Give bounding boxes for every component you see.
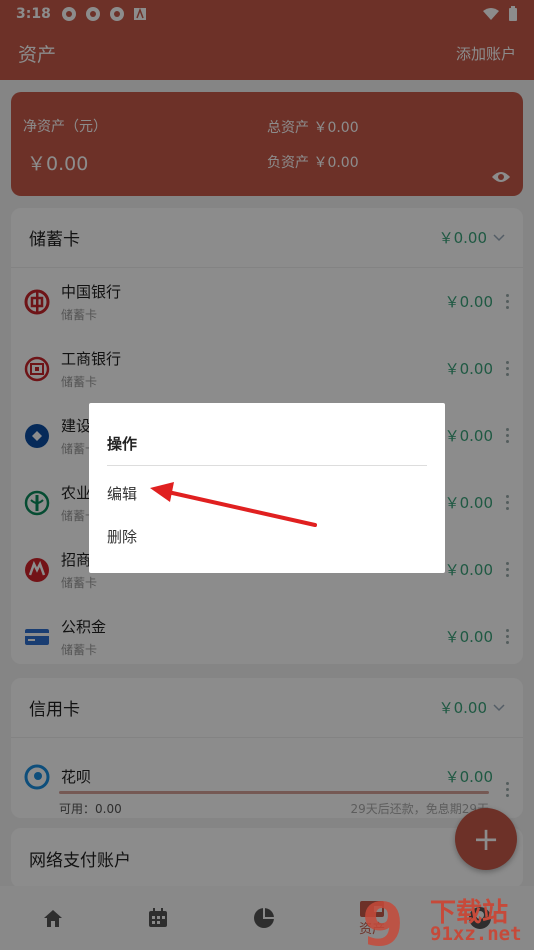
edit-menu-item[interactable]: 编辑 <box>107 483 137 504</box>
watermark-logo: 9 下载站 91xz.net <box>360 890 534 950</box>
svg-text:9: 9 <box>362 890 404 950</box>
dialog-title: 操作 <box>107 435 138 453</box>
dialog-divider <box>107 465 427 466</box>
delete-menu-item[interactable]: 删除 <box>107 526 137 547</box>
watermark-line2: 91xz.net <box>430 923 522 945</box>
watermark-91-icon: 9 <box>362 890 404 950</box>
annotation-arrow-icon <box>150 482 317 527</box>
